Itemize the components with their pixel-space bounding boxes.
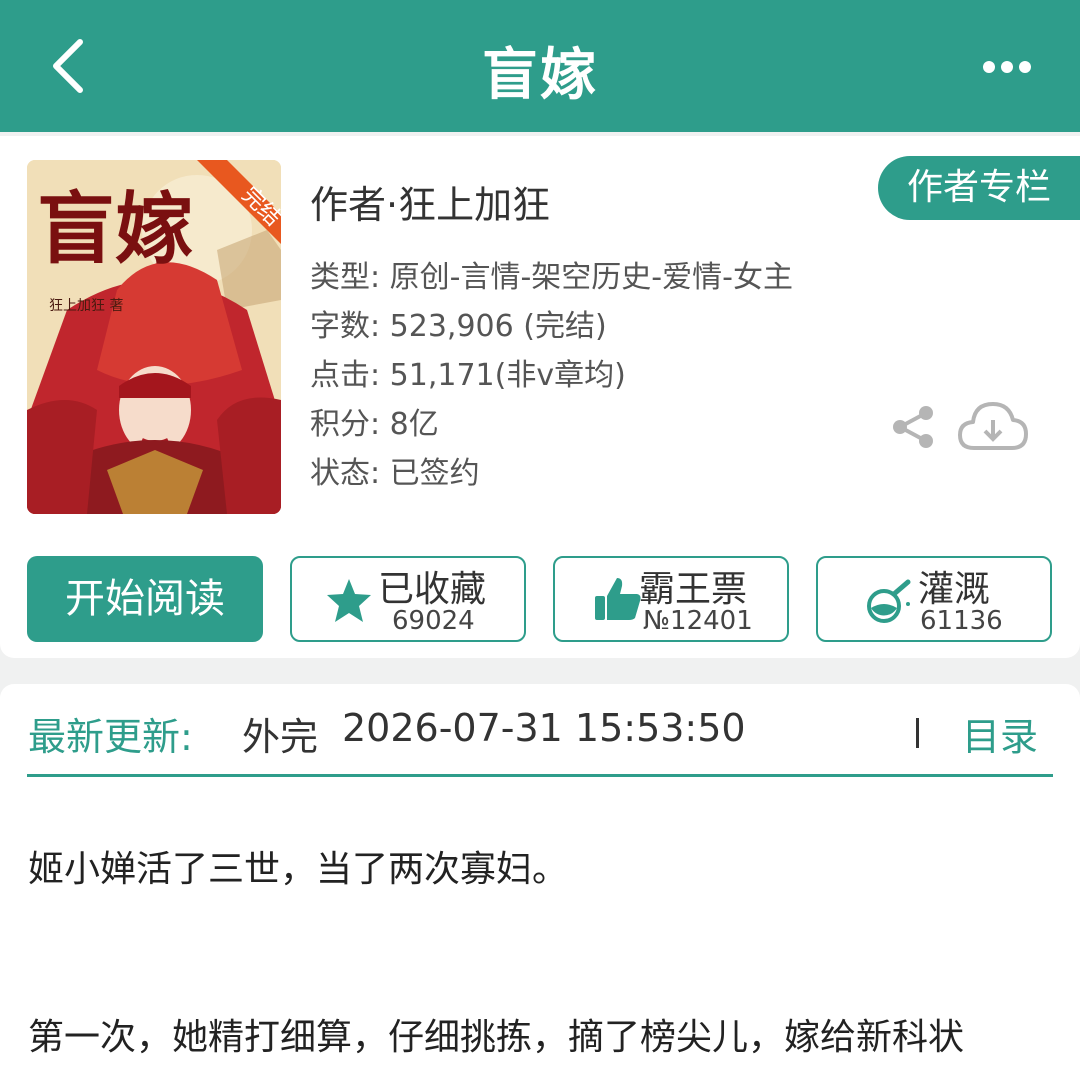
- latest-chapter-title[interactable]: 外完: [242, 706, 318, 761]
- top-bar: 盲嫁: [0, 0, 1080, 132]
- latest-update-time: 2026-07-31 15:53:50: [342, 706, 746, 750]
- latest-update-label: 最新更新:: [28, 715, 193, 759]
- author-name[interactable]: 作者·狂上加狂: [310, 174, 550, 229]
- nutrient-button[interactable]: 灌溉 61136: [816, 556, 1052, 642]
- cloud-download-icon: [958, 402, 1028, 450]
- book-info-card: 完结 盲嫁 狂上加狂 著 作者·狂上加狂 作者专栏 类型: 原创-言情-架空历史…: [0, 136, 1080, 658]
- more-button[interactable]: [982, 52, 1032, 82]
- meta-status: 状态: 已签约: [310, 456, 480, 491]
- cover-author: 狂上加狂 著: [49, 298, 123, 314]
- favorite-button[interactable]: 已收藏 69024: [290, 556, 526, 642]
- thumbs-up-icon: [595, 578, 641, 620]
- underline-divider: [27, 774, 1053, 777]
- divider: [916, 718, 919, 748]
- meta-points: 积分: 8亿: [310, 407, 439, 442]
- more-dots-icon: [983, 61, 1031, 73]
- book-description: 姬小婵活了三世，当了两次寡妇。 第一次，她精打细算，仔细挑拣，摘了榜尖儿，嫁给新…: [0, 804, 1080, 1080]
- book-cover[interactable]: 完结 盲嫁 狂上加狂 著: [27, 160, 281, 514]
- page-title: 盲嫁: [482, 43, 598, 108]
- cover-illustration: 完结 盲嫁 狂上加狂 著: [27, 160, 281, 514]
- share-icon: [893, 406, 933, 448]
- favorite-label: 已收藏: [378, 569, 487, 610]
- cover-title: 盲嫁: [37, 184, 193, 275]
- book-meta: 类型: 原创-言情-架空历史-爱情-女主 字数: 523,906 (完结) 点击…: [310, 258, 793, 503]
- download-button[interactable]: [956, 398, 1030, 456]
- favorite-count: 69024: [392, 606, 475, 636]
- table-of-contents-link[interactable]: 目录: [962, 706, 1038, 761]
- nutrient-label: 灌溉: [918, 569, 991, 610]
- flask-icon: [867, 579, 911, 623]
- nutrient-count: 61136: [920, 606, 1003, 636]
- author-column-button[interactable]: 作者专栏: [878, 156, 1080, 220]
- star-icon: [327, 579, 371, 622]
- start-reading-button[interactable]: 开始阅读: [27, 556, 263, 642]
- vote-label: 霸王票: [639, 569, 748, 610]
- meta-genre: 类型: 原创-言情-架空历史-爱情-女主: [310, 260, 793, 295]
- share-button[interactable]: [890, 404, 936, 450]
- vote-count: №12401: [643, 606, 753, 636]
- description-paragraph: 姬小婵活了三世，当了两次寡妇。: [28, 849, 569, 890]
- meta-word-count: 字数: 523,906 (完结): [310, 309, 607, 344]
- meta-clicks: 点击: 51,171(非v章均): [310, 358, 626, 393]
- latest-update-card: 最新更新: 外完 2026-07-31 15:53:50 目录: [0, 684, 1080, 804]
- vote-button[interactable]: 霸王票 №12401: [553, 556, 789, 642]
- description-paragraph: 第一次，她精打细算，仔细挑拣，摘了榜尖儿，嫁给新科状: [28, 1017, 965, 1058]
